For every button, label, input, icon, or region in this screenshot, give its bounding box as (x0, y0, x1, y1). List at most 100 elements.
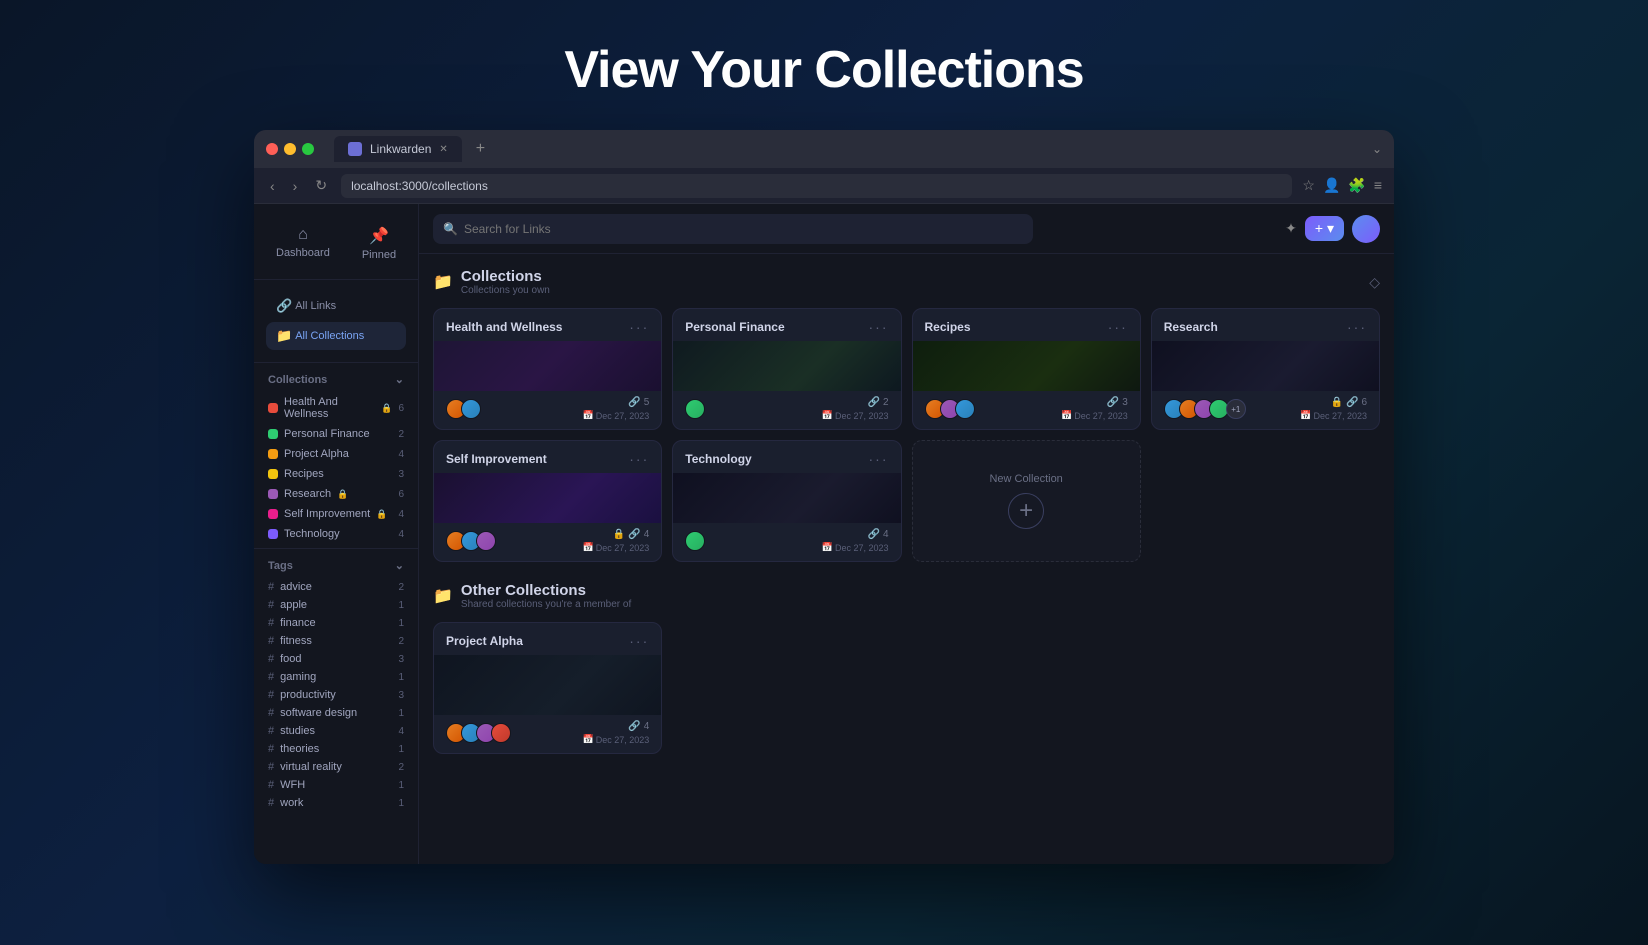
avatar-3 (685, 399, 705, 419)
collection-card-health[interactable]: Health and Wellness ··· 🔗 (433, 308, 662, 430)
card-meta-tech: 🔗 4 📅 Dec 27, 2023 (822, 529, 889, 553)
collection-dot-selfimprovement (268, 509, 278, 519)
sidebar-item-alllinks[interactable]: 🔗 All Links (266, 292, 406, 320)
card-date-si: 📅 Dec 27, 2023 (582, 542, 649, 553)
tag-count-theories: 1 (398, 744, 404, 755)
sidebar-tag-virtualreality[interactable]: # virtual reality 2 (262, 758, 410, 776)
sidebar-collection-recipes[interactable]: Recipes 3 (262, 464, 410, 484)
browser-tab[interactable]: Linkwarden ✕ (334, 136, 462, 162)
sidebar-collection-technology[interactable]: Technology 4 (262, 524, 410, 544)
sidebar-dashboard-label: Dashboard (276, 247, 330, 259)
collection-card-recipes[interactable]: Recipes ··· 🔗 (912, 308, 1141, 430)
tab-arrow-icon[interactable]: ⌄ (1372, 142, 1382, 156)
hash-icon: # (268, 617, 274, 629)
card-footer-research: +1 🔒 🔗 6 📅 Dec 27, 2023 (1152, 391, 1379, 429)
cal-icon: 📅 (1061, 410, 1072, 421)
card-menu-si[interactable]: ··· (629, 451, 649, 467)
card-footer-health: 🔗 5 📅 Dec 27, 2023 (434, 391, 661, 429)
card-links-finance: 🔗 2 (867, 397, 888, 408)
card-menu-tech[interactable]: ··· (869, 451, 889, 467)
profile-icon[interactable]: 👤 (1323, 177, 1340, 194)
sidebar-tag-gaming[interactable]: # gaming 1 (262, 668, 410, 686)
cal-icon: 📅 (1300, 410, 1311, 421)
card-avatars-recipes (925, 399, 975, 419)
link-icon: 🔗 (628, 529, 640, 540)
collections-title: Collections (461, 268, 550, 285)
sidebar-collection-health[interactable]: Health And Wellness 🔒 6 (262, 392, 410, 424)
collection-count-selfimprovement: 4 (398, 509, 404, 520)
sidebar-tag-finance[interactable]: # finance 1 (262, 614, 410, 632)
collection-card-projectalpha[interactable]: Project Alpha ··· (433, 622, 662, 754)
browser-titlebar: Linkwarden ✕ + ⌄ (254, 130, 1394, 168)
sidebar-item-allcollections[interactable]: 📁 All Collections (266, 322, 406, 350)
refresh-button[interactable]: ↻ (311, 175, 331, 196)
traffic-lights (266, 143, 314, 155)
sidebar-item-pinned[interactable]: 📌 Pinned (352, 220, 406, 267)
sidebar-tag-wfh[interactable]: # WFH 1 (262, 776, 410, 794)
tag-count-softwaredesign: 1 (398, 708, 404, 719)
collection-dot-research (268, 489, 278, 499)
collection-card-selfimprovement[interactable]: Self Improvement ··· (433, 440, 662, 562)
address-bar[interactable] (341, 174, 1292, 198)
sort-icon[interactable]: ◇ (1369, 274, 1380, 291)
sidebar-collection-selfimprovement[interactable]: Self Improvement 🔒 4 (262, 504, 410, 524)
collection-card-research[interactable]: Research ··· +1 (1151, 308, 1380, 430)
tags-header[interactable]: Tags ⌄ (262, 553, 410, 578)
forward-button[interactable]: › (289, 176, 302, 196)
link-count-health: 5 (644, 397, 650, 408)
back-button[interactable]: ‹ (266, 176, 279, 196)
card-date-recipes: 📅 Dec 27, 2023 (1061, 410, 1128, 421)
sidebar-item-dashboard[interactable]: ⌂ Dashboard (266, 220, 340, 267)
user-avatar[interactable] (1352, 215, 1380, 243)
browser-window: Linkwarden ✕ + ⌄ ‹ › ↻ ☆ 👤 🧩 ≡ ⌂ Dashboa… (254, 130, 1394, 864)
date-text-si: Dec 27, 2023 (596, 543, 650, 553)
sidebar-collections-section: Collections ⌄ Health And Wellness 🔒 6 Pe… (254, 367, 418, 544)
section-title-group: Collections Collections you own (461, 268, 550, 296)
avatar-3 (685, 531, 705, 551)
tag-count-advice: 2 (398, 582, 404, 593)
card-title-finance: Personal Finance (685, 320, 784, 334)
bookmark-icon[interactable]: ☆ (1302, 177, 1315, 194)
minimize-button[interactable] (284, 143, 296, 155)
search-box: 🔍 (433, 214, 1033, 244)
sidebar-collection-finance[interactable]: Personal Finance 2 (262, 424, 410, 444)
pinned-icon: 📌 (369, 226, 389, 246)
collection-card-finance[interactable]: Personal Finance ··· 🔗 2 (672, 308, 901, 430)
new-collection-plus-icon: + (1008, 493, 1044, 529)
search-input[interactable] (464, 222, 1023, 236)
sidebar-tag-work[interactable]: # work 1 (262, 794, 410, 812)
tab-close-icon[interactable]: ✕ (439, 144, 447, 155)
sidebar-tag-advice[interactable]: # advice 2 (262, 578, 410, 596)
card-menu-health[interactable]: ··· (629, 319, 649, 335)
link-icon: 🔗 (867, 397, 879, 408)
sidebar-tag-apple[interactable]: # apple 1 (262, 596, 410, 614)
sidebar-tag-studies[interactable]: # studies 4 (262, 722, 410, 740)
close-button[interactable] (266, 143, 278, 155)
hash-icon: # (268, 725, 274, 737)
star-icon[interactable]: ✦ (1285, 220, 1297, 237)
card-menu-pa[interactable]: ··· (629, 633, 649, 649)
sidebar-collection-projectalpha[interactable]: Project Alpha 4 (262, 444, 410, 464)
sidebar-tag-softwaredesign[interactable]: # software design 1 (262, 704, 410, 722)
menu-icon[interactable]: ≡ (1374, 177, 1382, 194)
maximize-button[interactable] (302, 143, 314, 155)
lock-icon: 🔒 (613, 529, 625, 540)
sidebar-collection-research[interactable]: Research 🔒 6 (262, 484, 410, 504)
card-menu-recipes[interactable]: ··· (1108, 319, 1128, 335)
collections-header[interactable]: Collections ⌄ (262, 367, 410, 392)
sidebar-tag-food[interactable]: # food 3 (262, 650, 410, 668)
sidebar-tag-productivity[interactable]: # productivity 3 (262, 686, 410, 704)
new-tab-button[interactable]: + (476, 140, 485, 158)
card-image-tech (673, 473, 900, 523)
add-button[interactable]: + ▾ (1305, 216, 1344, 241)
sidebar-tag-theories[interactable]: # theories 1 (262, 740, 410, 758)
collection-card-technology[interactable]: Technology ··· 🔗 4 (672, 440, 901, 562)
avatar-extra: +1 (1226, 399, 1246, 419)
new-collection-card[interactable]: New Collection + (912, 440, 1141, 562)
sidebar-tag-fitness[interactable]: # fitness 2 (262, 632, 410, 650)
card-menu-research[interactable]: ··· (1347, 319, 1367, 335)
card-links-si: 🔒 🔗 4 (613, 529, 649, 540)
extensions-icon[interactable]: 🧩 (1348, 177, 1365, 194)
tag-label-studies: studies (280, 725, 315, 737)
card-menu-finance[interactable]: ··· (869, 319, 889, 335)
